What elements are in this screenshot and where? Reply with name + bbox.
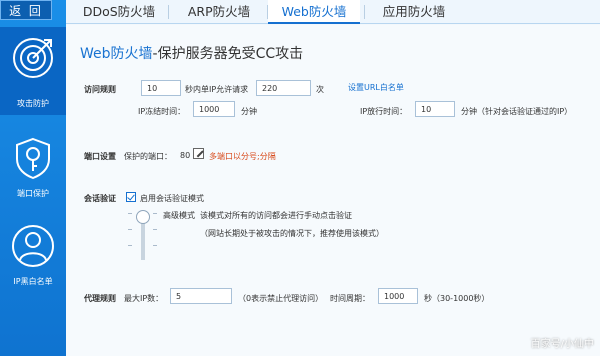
tab-bar: DDoS防火墙 ARP防火墙 Web防火墙 应用防火墙: [66, 0, 600, 24]
mode-name: 高级模式: [163, 211, 195, 220]
slider-tick: [128, 213, 132, 214]
slider-tick: [128, 245, 132, 246]
page-title: Web防火墙-保护服务器免受CC攻击: [80, 46, 304, 62]
slider-tick: [128, 229, 132, 230]
user-icon: [12, 225, 54, 267]
tab-divider: [168, 5, 169, 19]
tab-web-firewall[interactable]: Web防火墙: [268, 0, 360, 24]
freeze-unit: 分钟: [241, 107, 257, 116]
proxy-rule-label: 代理规则: [84, 294, 116, 303]
period-label: 时间周期：: [330, 294, 370, 303]
back-button[interactable]: 返 回: [0, 0, 52, 20]
sidebar-item-label: 端口保护: [17, 189, 49, 198]
sidebar-item-port-protection[interactable]: 端口保护: [0, 125, 66, 213]
slider-tick: [153, 245, 157, 246]
times-text: 次: [316, 85, 324, 94]
tab-app-firewall[interactable]: 应用防火墙: [369, 0, 459, 24]
release-unit: 分钟（针对会话验证通过的IP）: [461, 107, 573, 116]
sidebar: 返 回 攻击防护 端口保护 IP黑白名单: [0, 0, 66, 356]
edit-icon[interactable]: [193, 148, 204, 159]
sidebar-item-ip-list[interactable]: IP黑白名单: [0, 215, 66, 303]
period-unit: 秒（30-1000秒）: [424, 294, 490, 303]
mode-note: （网站长期处于被攻击的情况下，推荐使用该模式）: [200, 229, 384, 238]
sidebar-item-attack-protection[interactable]: 攻击防护: [0, 27, 66, 115]
release-label: IP放行时间：: [360, 107, 408, 116]
watermark: 百家号/小仙中: [530, 339, 594, 350]
port-value: 80: [180, 151, 191, 160]
tab-divider: [364, 5, 365, 19]
mode-description: 该模式对所有的访问都会进行手动点击验证: [200, 211, 352, 220]
enable-session-verify-text: 启用会话验证模式: [140, 194, 204, 203]
enable-session-verify-checkbox[interactable]: [126, 192, 136, 202]
port-settings-label: 端口设置: [84, 152, 116, 161]
content-panel: [66, 25, 600, 356]
sidebar-item-label: 攻击防护: [17, 99, 49, 108]
max-ip-input[interactable]: [170, 288, 232, 304]
session-verify-label: 会话验证: [84, 194, 116, 203]
freeze-label: IP冻结时间：: [138, 107, 186, 116]
seconds-text: 秒内单IP允许请求: [185, 85, 249, 94]
mode-slider-handle[interactable]: [136, 210, 150, 224]
target-icon: [13, 38, 53, 78]
sidebar-item-label: IP黑白名单: [13, 277, 53, 286]
tab-arp-firewall[interactable]: ARP防火墙: [174, 0, 264, 24]
max-ip-label: 最大IP数：: [124, 294, 164, 303]
url-whitelist-link[interactable]: 设置URL白名单: [348, 82, 404, 93]
slider-tick: [153, 229, 157, 230]
requests-input[interactable]: [256, 80, 311, 96]
multi-port-hint: 多端口以分号;分隔: [209, 152, 276, 161]
max-ip-hint: （0表示禁止代理访问）: [238, 294, 324, 303]
freeze-time-input[interactable]: [193, 101, 235, 117]
tab-ddos-firewall[interactable]: DDoS防火墙: [74, 0, 164, 24]
period-input[interactable]: [378, 288, 418, 304]
protected-port-label: 保护的端口：: [124, 152, 172, 161]
seconds-input[interactable]: [141, 80, 181, 96]
slider-tick: [153, 213, 157, 214]
key-lock-icon: [16, 137, 50, 180]
access-rule-label: 访问规则: [84, 85, 116, 94]
release-time-input[interactable]: [415, 101, 455, 117]
